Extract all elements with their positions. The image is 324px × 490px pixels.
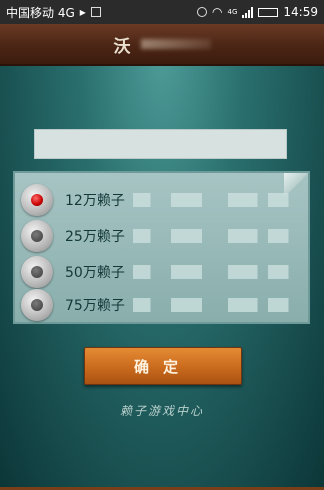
alarm-icon [197,7,208,17]
option-3[interactable]: 50万赖子 [21,256,306,288]
option-label: 12万赖子 [65,193,125,209]
redacted-text-mask [132,229,306,243]
wifi-icon: ◠ [212,5,223,19]
option-label: 50万赖子 [65,265,125,281]
radio-icon[interactable] [21,220,53,252]
clock: 14:59 [283,5,318,19]
redacted-text-mask [132,298,306,312]
signal-type-label: 4G [227,8,238,16]
option-label: 25万赖子 [65,229,125,245]
confirm-button[interactable]: 确定 [84,347,242,385]
radio-icon[interactable] [21,289,53,321]
status-bar: 中国移动 4G ▸ ◠ 4G 14:59 [0,0,324,24]
battery-icon [258,7,279,17]
redacted-text-mask [132,193,306,207]
redacted-input-field[interactable] [34,129,287,159]
option-label: 75万赖子 [65,298,125,314]
radio-icon[interactable] [21,256,53,288]
signal-icon [242,6,254,18]
carrier-label: 中国移动 4G [6,5,75,20]
option-1[interactable]: 12万赖子 [21,184,306,216]
redacted-title-mask [140,39,211,49]
play-icon: ▸ [79,5,86,19]
footer-brand: 赖子游戏中心 [119,404,204,418]
radio-selected-icon[interactable] [21,184,53,216]
redacted-text-mask [132,265,306,279]
option-2[interactable]: 25万赖子 [21,220,306,252]
page-title: 沃 [113,36,133,57]
options-panel: 12万赖子 25万赖子 50万赖子 75万赖子 [13,171,310,324]
title-bar: 沃 [0,24,324,66]
option-4[interactable]: 75万赖子 [21,289,306,321]
image-icon [90,7,101,17]
